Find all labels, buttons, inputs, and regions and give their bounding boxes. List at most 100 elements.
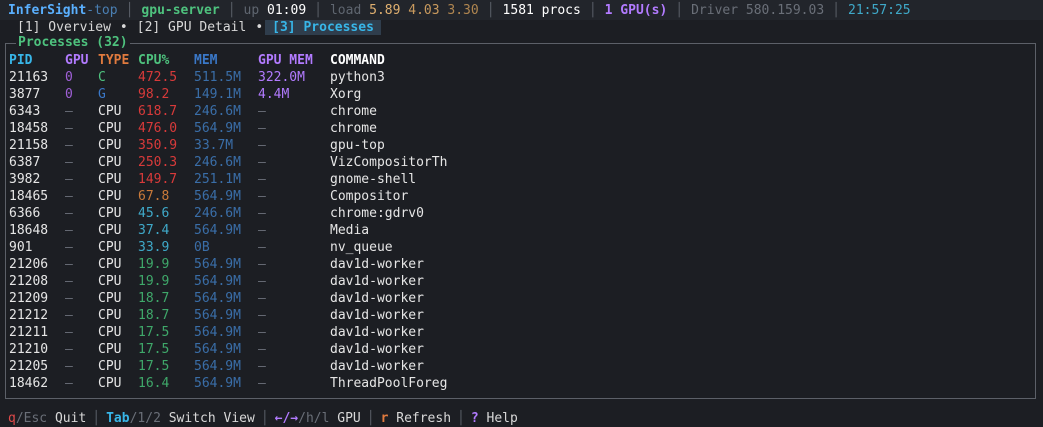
switch-view-label: Switch View (160, 410, 255, 426)
column-header-pid[interactable]: PID (9, 52, 65, 69)
cell-mem: 251.1M (194, 172, 241, 187)
cell-mem: 246.6M (194, 155, 241, 170)
app-title-suffix: -top (86, 2, 118, 18)
cell-pid: 901 (9, 240, 33, 255)
cell-pid: 21211 (9, 325, 49, 340)
load-label: load (329, 2, 362, 18)
table-row[interactable]: 21210 — CPU 17.5 564.9M — dav1d-worker (9, 341, 530, 358)
cell-type: CPU (98, 189, 122, 204)
cell-cpu: 18.7 (138, 308, 170, 323)
table-row[interactable]: 18462 — CPU 16.4 564.9M — ThreadPoolForeg (9, 375, 530, 392)
cell-gpu-mem: — (258, 121, 266, 136)
cell-command: VizCompositorTh (330, 155, 448, 170)
load-average: load 5.89 4.03 3.30 (322, 3, 487, 18)
cell-mem: 149.1M (194, 87, 241, 102)
cell-gpu: — (65, 359, 73, 374)
column-header-gpu[interactable]: GPU (65, 52, 98, 69)
cell-mem: 564.9M (194, 291, 241, 306)
cell-gpu: — (65, 223, 73, 238)
table-row[interactable]: 21212 — CPU 18.7 564.9M — dav1d-worker (9, 307, 530, 324)
cell-cpu: 472.5 (138, 70, 178, 85)
cell-gpu: — (65, 325, 73, 340)
table-row[interactable]: 6343 — CPU 618.7 246.6M — chrome (9, 103, 530, 120)
load-1min: 5.89 (369, 2, 401, 18)
cell-cpu: 37.4 (138, 223, 170, 238)
table-row[interactable]: 21205 — CPU 17.5 564.9M — dav1d-worker (9, 358, 530, 375)
app-title: InferSight-top (0, 3, 126, 18)
table-row[interactable]: 21211 — CPU 17.5 564.9M — dav1d-worker (9, 324, 530, 341)
help-hint[interactable]: ? Help (471, 411, 518, 426)
cell-cpu: 17.5 (138, 342, 170, 357)
cell-cpu: 98.2 (138, 87, 170, 102)
gpu-switch-hint[interactable]: ←/→/h/l GPU (275, 411, 361, 426)
table-row[interactable]: 901 — CPU 33.9 0B — nv_queue (9, 239, 530, 256)
cell-cpu: 618.7 (138, 104, 178, 119)
load-15min: 3.30 (447, 2, 479, 18)
cell-gpu: — (65, 104, 73, 119)
cell-mem: 246.6M (194, 104, 241, 119)
tab-overview[interactable]: [1] Overview (10, 20, 118, 35)
table-row[interactable]: 21158 — CPU 350.9 33.7M — gpu-top (9, 137, 530, 154)
cell-gpu: — (65, 308, 73, 323)
table-row[interactable]: 3877 0 G 98.2 149.1M 4.4M Xorg (9, 86, 530, 103)
divider: │ (486, 2, 495, 18)
cell-type: CPU (98, 155, 122, 170)
cell-pid: 21212 (9, 308, 49, 323)
process-count: 1581 procs (502, 2, 581, 18)
table-row[interactable]: 21163 0 C 472.5 511.5M 322.0M python3 (9, 69, 530, 86)
cell-mem: 33.7M (194, 138, 234, 153)
column-header-mem[interactable]: MEM (194, 52, 258, 69)
cell-gpu: — (65, 376, 73, 391)
column-header-cpu[interactable]: CPU% (138, 52, 194, 69)
cell-pid: 6366 (9, 206, 41, 221)
cell-cpu: 250.3 (138, 155, 178, 170)
uptime: up 01:09 (236, 3, 315, 18)
table-row[interactable]: 3982 — CPU 149.7 251.1M — gnome-shell (9, 171, 530, 188)
cell-pid: 6387 (9, 155, 41, 170)
table-row[interactable]: 21206 — CPU 19.9 564.9M — dav1d-worker (9, 256, 530, 273)
cell-command: dav1d-worker (330, 308, 424, 323)
switch-view-hint[interactable]: Tab/1/2 Switch View (106, 411, 255, 426)
cell-pid: 21206 (9, 257, 49, 272)
cell-type: CPU (98, 274, 122, 289)
cell-gpu: — (65, 257, 73, 272)
column-header-type[interactable]: TYPE (98, 52, 138, 69)
cell-command: gnome-shell (330, 172, 417, 187)
cell-gpu: — (65, 121, 73, 136)
table-row[interactable]: 6387 — CPU 250.3 246.6M — VizCompositorTh (9, 154, 530, 171)
cell-type: CPU (98, 223, 122, 238)
tab-gpu-detail[interactable]: [2] GPU Detail (130, 20, 254, 35)
divider: │ (125, 2, 134, 18)
table-row[interactable]: 6366 — CPU 45.6 246.6M — chrome:gdrv0 (9, 205, 530, 222)
gpu-switch-label: GPU (329, 410, 361, 426)
table-row[interactable]: 18465 — CPU 67.8 564.9M — Compositor (9, 188, 530, 205)
cell-mem: 564.9M (194, 189, 241, 204)
clock: 21:57:25 (848, 2, 911, 18)
cell-gpu: — (65, 240, 73, 255)
table-row[interactable]: 21209 — CPU 18.7 564.9M — dav1d-worker (9, 290, 530, 307)
cell-pid: 6343 (9, 104, 41, 119)
cell-gpu-mem: — (258, 325, 266, 340)
column-header-command[interactable]: COMMAND (330, 52, 530, 69)
refresh-hint[interactable]: r Refresh (381, 411, 451, 426)
table-row[interactable]: 18458 — CPU 476.0 564.9M — chrome (9, 120, 530, 137)
tab-processes[interactable]: [3] Processes (265, 20, 381, 35)
cell-gpu-mem: — (258, 223, 266, 238)
refresh-label: Refresh (388, 410, 452, 426)
divider: │ (675, 2, 684, 18)
cell-pid: 3982 (9, 172, 41, 187)
cell-type: CPU (98, 172, 122, 187)
cell-gpu: — (65, 206, 73, 221)
cell-mem: 564.9M (194, 121, 241, 136)
cell-pid: 18465 (9, 189, 49, 204)
top-status-bar: InferSight-top │ gpu-server │ up 01:09 │… (0, 0, 1043, 20)
cell-type: CPU (98, 121, 122, 136)
table-row[interactable]: 21208 — CPU 19.9 564.9M — dav1d-worker (9, 273, 530, 290)
column-header-gpu-mem[interactable]: GPU MEM (258, 52, 330, 69)
cell-mem: 564.9M (194, 325, 241, 340)
quit-hint[interactable]: q/Esc Quit (8, 411, 86, 426)
divider: │ (260, 410, 269, 426)
divider: │ (314, 2, 322, 18)
divider: │ (92, 410, 101, 426)
table-row[interactable]: 18648 — CPU 37.4 564.9M — Media (9, 222, 530, 239)
